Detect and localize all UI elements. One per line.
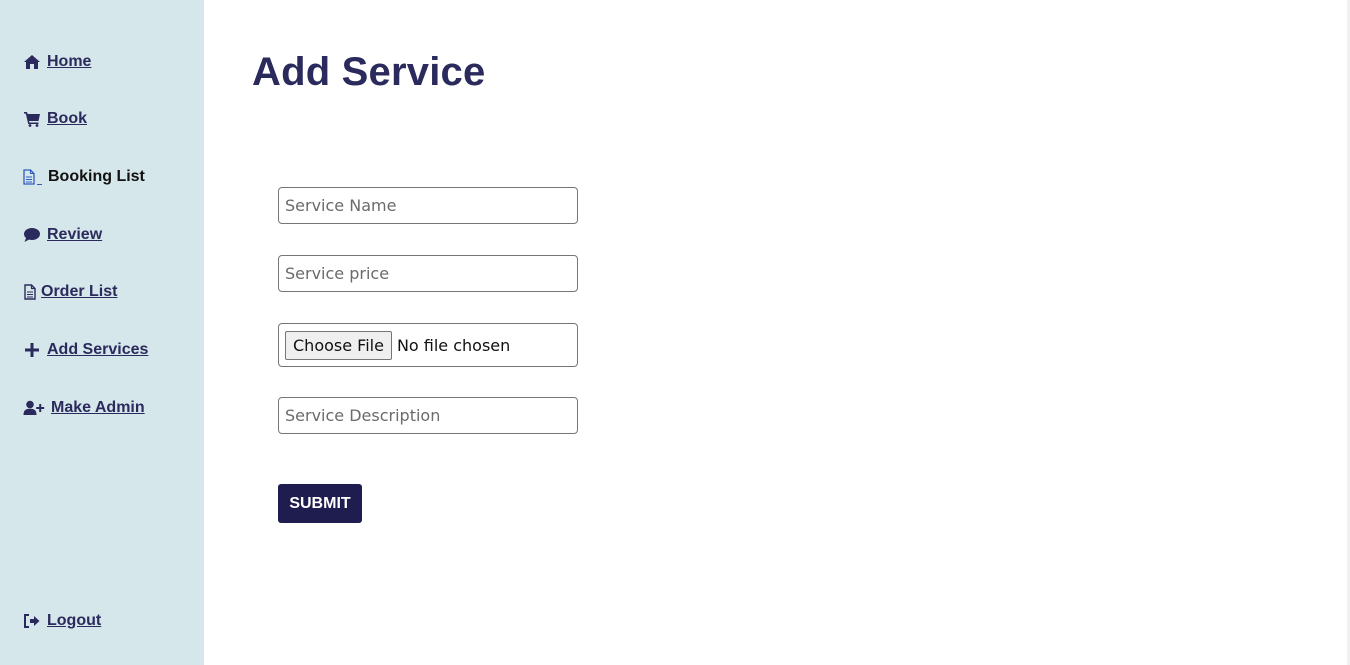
sidebar-item-make-admin[interactable]: Make Admin	[23, 399, 145, 417]
sidebar-item-label: Make Admin	[51, 399, 145, 416]
submit-button[interactable]: SUBMIT	[278, 484, 362, 523]
sidebar: Home Book Booking List Review Order List…	[0, 0, 204, 665]
link-underline-fragment	[37, 183, 42, 185]
sidebar-item-booking-list[interactable]: Booking List	[23, 168, 145, 186]
plus-icon	[23, 341, 41, 359]
sidebar-item-label: Add Services	[47, 341, 149, 358]
sidebar-item-review[interactable]: Review	[23, 226, 102, 244]
sidebar-item-label: Home	[47, 53, 92, 70]
sidebar-item-label: Review	[47, 226, 103, 243]
service-description-input[interactable]	[278, 397, 578, 434]
logout-icon	[23, 612, 41, 630]
service-name-input[interactable]	[278, 187, 578, 224]
service-price-input[interactable]	[278, 255, 578, 292]
document-icon	[23, 168, 35, 186]
sidebar-item-label: Book	[47, 110, 87, 127]
page-title: Add Service	[252, 50, 486, 94]
file-status-text: No file chosen	[396, 335, 511, 355]
choose-file-button[interactable]: Choose File	[285, 330, 392, 360]
logout-link[interactable]: Logout	[23, 612, 101, 630]
sidebar-item-label: Order List	[41, 283, 118, 300]
user-plus-icon	[23, 399, 45, 417]
logout-label: Logout	[47, 612, 102, 629]
comment-icon	[23, 226, 41, 244]
document-icon	[23, 283, 37, 301]
sidebar-item-book[interactable]: Book	[23, 110, 87, 128]
sidebar-item-order-list[interactable]: Order List	[23, 283, 117, 301]
image-file-input[interactable]: Choose File No file chosen	[278, 323, 578, 367]
sidebar-item-label: Booking List	[48, 168, 145, 185]
sidebar-item-add-services[interactable]: Add Services	[23, 341, 148, 359]
sidebar-item-home[interactable]: Home	[23, 53, 91, 71]
home-icon	[23, 53, 41, 71]
cart-icon	[23, 110, 41, 128]
app-root: Home Book Booking List Review Order List…	[0, 0, 1350, 665]
